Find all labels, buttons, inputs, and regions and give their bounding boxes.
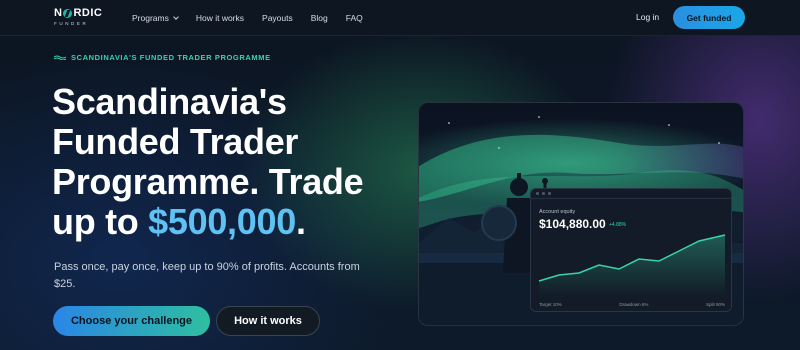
logo-wordmark: N RDIC: [54, 8, 114, 19]
nav-links: Programs How it works Payouts Blog FAQ: [132, 0, 381, 36]
brand-logo[interactable]: N RDIC FUNDER: [54, 8, 114, 32]
equity-sparkline: [538, 234, 726, 297]
nav-item-label: FAQ: [345, 13, 363, 23]
nav-item-blog[interactable]: Blog: [311, 13, 328, 23]
nav-item-label: Payouts: [262, 13, 293, 23]
logo-rdic: RDIC: [73, 7, 103, 19]
nav-item-faq[interactable]: FAQ: [346, 13, 363, 23]
choose-challenge-button[interactable]: Choose your challenge: [53, 306, 210, 336]
logo-subtitle: FUNDER: [54, 21, 89, 26]
nav-item-label: Programs: [132, 13, 169, 23]
logo-compass-icon: [63, 9, 73, 18]
card-footer: Target 10% Drawdown 6% Split 90%: [539, 302, 725, 307]
logo-n: N: [54, 7, 63, 19]
nav-item-payouts[interactable]: Payouts: [262, 13, 293, 23]
account-equity-card: Account equity $104,880.00 +4.88% Target…: [530, 188, 732, 312]
nav-item-label: Blog: [310, 13, 328, 23]
nav-item-programs[interactable]: Programs: [132, 13, 179, 23]
nav-item-how-it-works[interactable]: How it works: [196, 13, 244, 23]
nav-item-label: How it works: [195, 13, 245, 23]
wave-icon: [54, 55, 66, 60]
hero-subtext: Pass once, pay once, keep up to 90% of p…: [54, 261, 360, 290]
headline-period: .: [295, 201, 306, 242]
get-funded-button[interactable]: Get funded: [673, 6, 745, 29]
target-stat: Target 10%: [539, 302, 562, 307]
hero-headline: Scandinavia's Funded Trader Programme. T…: [52, 82, 392, 242]
split-stat: Split 90%: [705, 302, 725, 307]
drawdown-stat: Drawdown 6%: [619, 302, 649, 307]
eyebrow-text: SCANDINAVIA'S FUNDED TRADER PROGRAMME: [71, 53, 271, 62]
how-it-works-button[interactable]: How it works: [216, 306, 320, 336]
hero-eyebrow: SCANDINAVIA'S FUNDED TRADER PROGRAMME: [54, 53, 271, 62]
top-navbar: N RDIC FUNDER Programs How it works Payou…: [0, 0, 800, 36]
headline-amount: $500,000: [148, 201, 296, 242]
login-link[interactable]: Log in: [636, 12, 659, 22]
chevron-down-icon: [173, 14, 179, 20]
